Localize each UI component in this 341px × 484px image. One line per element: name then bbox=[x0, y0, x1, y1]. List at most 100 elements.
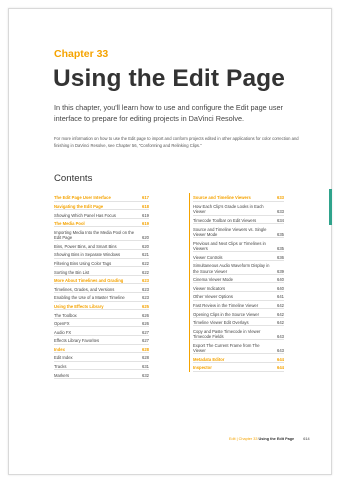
toc-entry-title: More About Timelines and Grading bbox=[54, 278, 124, 284]
document-page: Chapter 33 Using the Edit Page In this c… bbox=[8, 8, 332, 475]
toc-entry-page: 641 bbox=[277, 294, 284, 300]
toc-entry-title: Showing Bins in Separate Windows bbox=[54, 252, 121, 258]
toc-entry[interactable]: The Toolbox 626 bbox=[54, 310, 149, 319]
toc-entry[interactable]: OpenFX 626 bbox=[54, 319, 149, 328]
toc-entry-page: 634 bbox=[277, 217, 284, 223]
toc-entry-title: Tracks bbox=[54, 364, 67, 370]
toc-entry[interactable]: The Media Pool 619 bbox=[54, 219, 149, 228]
toc-left-column: The Edit Page User Interface 617 Navigatin… bbox=[54, 193, 149, 379]
toc-entry[interactable]: Bins, Power Bins, and Smart Bins 620 bbox=[54, 241, 149, 250]
toc-entry-page: 622 bbox=[142, 269, 149, 275]
toc-entry-title: Bins, Power Bins, and Smart Bins bbox=[54, 243, 117, 249]
toc-entry[interactable]: Viewer Indicators 640 bbox=[193, 283, 284, 292]
toc-entry-title: Source and Timeline Viewers vs. Single V… bbox=[193, 226, 267, 237]
toc-entry-title: Index bbox=[54, 346, 65, 352]
toc-entry[interactable]: Edit Index 628 bbox=[54, 353, 149, 362]
toc-entry-page: 619 bbox=[142, 221, 149, 227]
toc-entry-page: 633 bbox=[277, 195, 284, 201]
toc-entry[interactable]: Cinema Viewer Mode 640 bbox=[193, 275, 284, 284]
toc-entry[interactable]: Showing Bins in Separate Windows 621 bbox=[54, 250, 149, 259]
toc-entry-title: Importing Media Into the Media Pool on t… bbox=[54, 229, 135, 241]
toc-right-column: Source and Timeline Viewers 633 How Each C… bbox=[189, 193, 284, 372]
toc-entry[interactable]: Timeline Viewer Edit Overlays 642 bbox=[193, 318, 284, 327]
toc-entry-title: Fast Review in the Timeline Viewer bbox=[193, 302, 259, 308]
toc-entry[interactable]: More About Timelines and Grading 623 bbox=[54, 276, 149, 285]
footer-title: Using the Edit Page bbox=[258, 437, 295, 441]
toc-entry-page: 642 bbox=[277, 311, 284, 317]
toc-entry[interactable]: Opening Clips in the Source Viewer 642 bbox=[193, 309, 284, 318]
intro-paragraph: In this chapter, you'll learn how to use… bbox=[54, 103, 283, 123]
toc-entry-title: Edit Index bbox=[54, 355, 73, 361]
toc-entry[interactable]: Previous and Next Clips or Timelines in … bbox=[193, 238, 284, 253]
toc-entry-page: 617 bbox=[142, 195, 149, 201]
toc-entry-title: The Toolbox bbox=[54, 312, 77, 318]
toc-entry[interactable]: Export The Current Frame from The Viewer… bbox=[193, 340, 284, 355]
toc-entry[interactable]: Source and Timeline Viewers vs. Single V… bbox=[193, 224, 284, 239]
toc-entry[interactable]: Fast Review in the Timeline Viewer 642 bbox=[193, 301, 284, 310]
toc-entry[interactable]: Timelines, Grades, and Versions 623 bbox=[54, 284, 149, 293]
toc-entry-title: Viewer Indicators bbox=[193, 285, 226, 291]
toc-entry-title: Enabling the Use of a Master Timeline bbox=[54, 295, 125, 301]
toc-entry-title: Navigating the Edit Page bbox=[54, 203, 104, 209]
toc-entry-page: 631 bbox=[142, 364, 149, 370]
toc-entry-page: 628 bbox=[142, 346, 149, 352]
toc-entry[interactable]: Using the Effects Library 625 bbox=[54, 302, 149, 311]
toc-entry[interactable]: Index 628 bbox=[54, 345, 149, 354]
toc-entry[interactable]: Inspector 644 bbox=[193, 363, 284, 372]
toc-entry-title: Showing Which Panel Has Focus bbox=[54, 212, 116, 218]
toc-entry-title: Source and Timeline Viewers bbox=[193, 195, 251, 201]
toc-entry[interactable]: Markers 632 bbox=[54, 370, 149, 379]
toc-entry-page: 643 bbox=[277, 334, 284, 340]
contents-heading: Contents bbox=[54, 173, 93, 184]
toc-entry-page: 623 bbox=[142, 286, 149, 292]
toc-entry[interactable]: Navigating the Edit Page 618 bbox=[54, 202, 149, 211]
toc-entry[interactable]: Sorting the Bin List 622 bbox=[54, 267, 149, 276]
toc-entry-title: Markers bbox=[54, 372, 70, 378]
toc-entry-page: 633 bbox=[277, 209, 284, 215]
toc-entry[interactable]: Importing Media Into the Media Pool on t… bbox=[54, 227, 149, 242]
toc-entry-page: 639 bbox=[277, 268, 284, 274]
toc-entry[interactable]: Simultaneous Audio Waveform Display in t… bbox=[193, 261, 284, 275]
toc-entry-title: Effects Library Favorites bbox=[54, 338, 100, 344]
toc-entry-title: The Edit Page User Interface bbox=[54, 195, 111, 201]
toc-entry[interactable]: Filtering Bins Using Color Tags 622 bbox=[54, 259, 149, 268]
toc-entry-title: Other Viewer Options bbox=[193, 294, 233, 300]
toc-entry[interactable]: Other Viewer Options 641 bbox=[193, 292, 284, 301]
toc-entry[interactable]: Audio FX 627 bbox=[54, 327, 149, 336]
toc-entry[interactable]: Copy and Paste Timecode in Viewer Timeco… bbox=[193, 326, 284, 341]
toc-entry[interactable]: Showing Which Panel Has Focus 619 bbox=[54, 210, 149, 219]
toc-entry[interactable]: Source and Timeline Viewers 633 bbox=[193, 193, 284, 202]
toc-entry-title: Export The Current Frame from The Viewer bbox=[193, 342, 260, 354]
toc-entry-title: Viewer Controls bbox=[193, 254, 223, 260]
toc-entry-title: Filtering Bins Using Color Tags bbox=[54, 260, 112, 266]
toc-entry-page: 644 bbox=[277, 365, 284, 371]
toc-entry[interactable]: Metadata Editor 644 bbox=[193, 354, 284, 363]
page-title: Using the Edit Page bbox=[53, 65, 285, 92]
toc-entry[interactable]: Viewer Controls 636 bbox=[193, 252, 284, 261]
toc-entry-title: Simultaneous Audio Waveform Display in t… bbox=[193, 263, 270, 274]
toc-entry[interactable]: The Edit Page User Interface 617 bbox=[54, 193, 149, 202]
chapter-label: Chapter 33 bbox=[54, 48, 109, 60]
toc-entry[interactable]: Timecode Toolbar on Edit Viewers 634 bbox=[193, 216, 284, 225]
toc-entry-page: 642 bbox=[277, 320, 284, 326]
footer-page-number: 614 bbox=[303, 437, 310, 441]
toc-entry-page: 640 bbox=[277, 277, 284, 283]
toc-entry-page: 621 bbox=[142, 252, 149, 258]
toc-entry-title: Using the Effects Library bbox=[54, 303, 104, 309]
toc-entry[interactable]: Effects Library Favorites 627 bbox=[54, 336, 149, 345]
toc-entry-title: The Media Pool bbox=[54, 221, 85, 227]
page-footer: Edit | Chapter 33 Using the Edit Page 61… bbox=[229, 437, 310, 441]
toc-entry-page: 644 bbox=[277, 356, 284, 362]
toc-entry-page: 627 bbox=[142, 338, 149, 344]
toc-entry-title: Audio FX bbox=[54, 329, 72, 335]
toc-entry[interactable]: Tracks 631 bbox=[54, 362, 149, 371]
toc-entry-page: 618 bbox=[142, 203, 149, 209]
toc-entry-page: 628 bbox=[142, 355, 149, 361]
toc-entry-page: 643 bbox=[277, 348, 284, 354]
toc-entry-page: 620 bbox=[142, 243, 149, 249]
toc-entry-title: Previous and Next Clips or Timelines in … bbox=[193, 240, 266, 251]
toc-entry[interactable]: How Each Clip's Grade Looks in Each View… bbox=[193, 202, 284, 216]
toc-entry-title: Metadata Editor bbox=[193, 356, 225, 362]
toc-entry-page: 625 bbox=[142, 303, 149, 309]
toc-entry[interactable]: Enabling the Use of a Master Timeline 623 bbox=[54, 293, 149, 302]
